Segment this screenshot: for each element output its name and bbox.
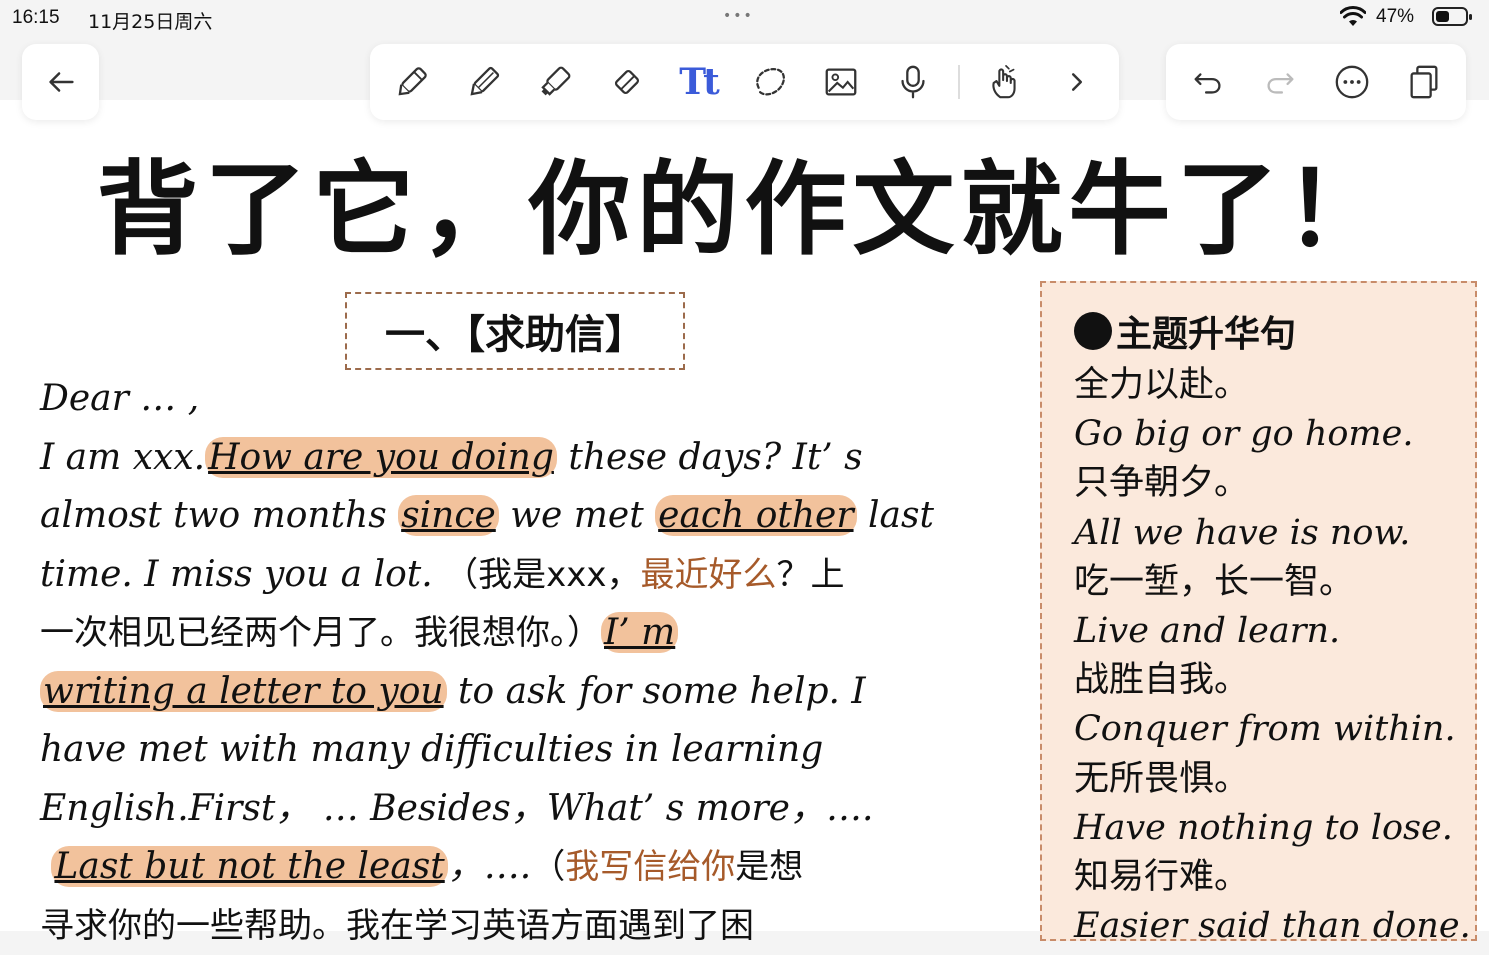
hand-pointer-icon[interactable] xyxy=(980,56,1032,108)
section-title-box: 一、【求助信】 xyxy=(345,292,685,370)
sentence-item: Have nothing to lose. xyxy=(1074,804,1471,853)
status-time: 16:15 xyxy=(12,7,60,29)
letter-text: Dear … , I am xxx.How are you doing thes… xyxy=(40,370,1015,955)
back-arrow-icon[interactable] xyxy=(35,56,87,108)
sentence-item: 知易行难。 xyxy=(1074,853,1471,902)
brown-phrase: 我写信给你 xyxy=(565,847,735,887)
brown-phrase: 最近好么 xyxy=(640,555,776,595)
sentence-item: Easier said than done. xyxy=(1074,902,1471,951)
sentence-item: Go big or go home. xyxy=(1074,410,1471,459)
sentence-list: 全力以赴。Go big or go home.只争朝夕。All we have … xyxy=(1074,361,1471,951)
actions-toolbar xyxy=(1166,44,1466,120)
highlighted-phrase: How are you doing xyxy=(205,437,557,478)
multitasking-dots[interactable]: ••• xyxy=(723,8,754,24)
pen-icon[interactable] xyxy=(386,56,438,108)
letter-line: have met with many difficulties in learn… xyxy=(40,721,1015,780)
letter-line: English.First， … Besides，What’ s more，…. xyxy=(40,780,1015,839)
page-title: 背了它，你的作文就牛了！ xyxy=(0,128,1489,275)
highlighted-phrase: writing a letter to you xyxy=(40,671,447,712)
pencil-icon[interactable] xyxy=(458,56,510,108)
letter-line: writing a letter to you to ask for some … xyxy=(40,663,1015,722)
battery-percent: 47% xyxy=(1376,6,1414,28)
battery-icon xyxy=(1432,7,1468,26)
lasso-icon[interactable] xyxy=(744,56,796,108)
letter-line: Dear … , xyxy=(40,370,1015,429)
eraser-icon[interactable] xyxy=(601,56,653,108)
back-group xyxy=(22,44,99,120)
letter-line: I am xxx.How are you doing these days? I… xyxy=(40,429,1015,488)
status-bar: 16:15 11月25日周六 ••• 47% xyxy=(0,0,1489,36)
chevron-right-icon[interactable] xyxy=(1051,56,1103,108)
highlighted-phrase: I’ m xyxy=(601,612,678,653)
redo-icon[interactable] xyxy=(1254,56,1306,108)
bullet-dot-icon xyxy=(1074,312,1112,350)
sentence-item: All we have is now. xyxy=(1074,509,1471,558)
drawing-toolbar: Tt xyxy=(370,44,1119,120)
sentence-item: Conquer from within. xyxy=(1074,705,1471,754)
sentence-item: 战胜自我。 xyxy=(1074,656,1471,705)
more-icon[interactable] xyxy=(1326,56,1378,108)
sentence-item: 全力以赴。 xyxy=(1074,361,1471,410)
panel-title: 主题升华句 xyxy=(1074,305,1296,357)
section-title: 一、【求助信】 xyxy=(385,302,645,360)
text-tool-icon[interactable]: Tt xyxy=(672,56,724,108)
letter-line: 一次相见已经两个月了。我很想你。）I’ m xyxy=(40,604,1015,663)
letter-line: Last but not the least，….（我写信给你是想 xyxy=(40,838,1015,897)
theme-sentences-panel: 主题升华句 全力以赴。Go big or go home.只争朝夕。All we… xyxy=(1040,281,1477,941)
marker-icon[interactable] xyxy=(529,56,581,108)
letter-line: time. I miss you a lot. （我是xxx，最近好么？上 xyxy=(40,546,1015,605)
letter-line: 寻求你的一些帮助。我在学习英语方面遇到了困 xyxy=(40,897,1015,955)
toolbar-divider xyxy=(958,65,960,99)
sentence-item: 无所畏惧。 xyxy=(1074,755,1471,804)
highlighted-phrase: since xyxy=(398,495,499,536)
status-date: 11月25日周六 xyxy=(88,7,212,34)
sentence-item: 吃一堑，长一智。 xyxy=(1074,558,1471,607)
image-icon[interactable] xyxy=(815,56,867,108)
sentence-item: Live and learn. xyxy=(1074,607,1471,656)
pages-icon[interactable] xyxy=(1398,56,1450,108)
highlighted-phrase: Last but not the least xyxy=(51,846,447,887)
highlighted-phrase: each other xyxy=(655,495,856,536)
undo-icon[interactable] xyxy=(1182,56,1234,108)
microphone-icon[interactable] xyxy=(887,56,939,108)
sentence-item: 只争朝夕。 xyxy=(1074,459,1471,508)
wifi-icon xyxy=(1340,6,1366,32)
letter-line: almost two months since we met each othe… xyxy=(40,487,1015,546)
